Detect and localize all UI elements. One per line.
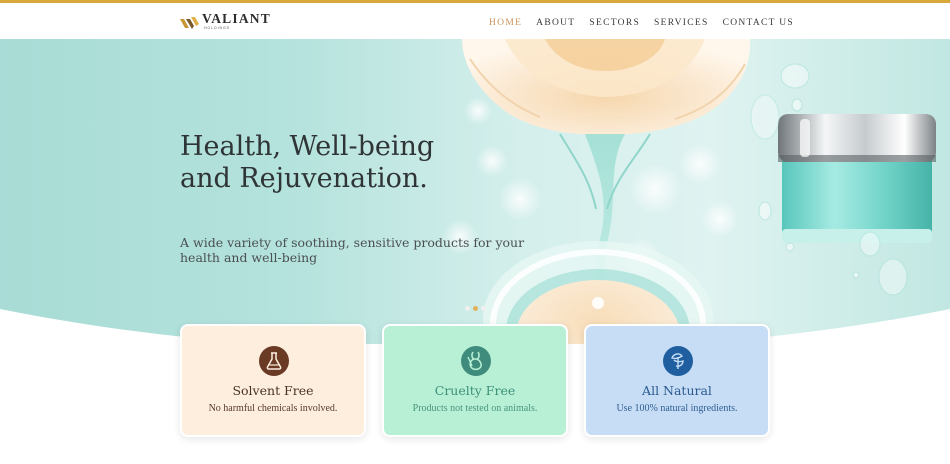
nav-contact[interactable]: CONTACT US [723, 18, 794, 28]
carousel-dots [465, 306, 489, 311]
nav-about[interactable]: ABOUT [536, 18, 575, 28]
feature-title: Cruelty Free [434, 383, 516, 398]
hero-title: Health, Well-being and Rejuvenation. [180, 131, 480, 195]
feature-card-solvent-free: Solvent Free No harmful chemicals involv… [180, 324, 366, 437]
feature-card-all-natural: All Natural Use 100% natural ingredients… [584, 324, 770, 437]
carousel-dot-2[interactable] [473, 306, 478, 311]
valiant-logo-icon [180, 17, 199, 29]
site-header: VALIANT HOLDINGS HOME ABOUT SECTORS SERV… [0, 3, 950, 39]
brand-wordmark: VALIANT HOLDINGS [202, 12, 271, 30]
brand-subtitle: HOLDINGS [204, 25, 230, 30]
flask-icon [259, 346, 289, 376]
feature-title: Solvent Free [232, 383, 314, 398]
brand-logo[interactable]: VALIANT HOLDINGS [180, 12, 271, 34]
main-nav: HOME ABOUT SECTORS SERVICES CONTACT US [489, 18, 808, 28]
hero-title-line-1: Health, Well-being [180, 131, 435, 162]
leaf-icon [663, 346, 693, 376]
nav-sectors[interactable]: SECTORS [589, 18, 640, 28]
brand-name: VALIANT [202, 11, 271, 26]
feature-description: No harmful chemicals involved. [208, 403, 338, 414]
feature-description: Use 100% natural ingredients. [616, 403, 738, 414]
carousel-dot-3[interactable] [481, 306, 486, 311]
rabbit-icon [461, 346, 491, 376]
feature-title: All Natural [642, 383, 712, 398]
feature-card-cruelty-free: Cruelty Free Products not tested on anim… [382, 324, 568, 437]
hero-banner: Health, Well-being and Rejuvenation. A w… [0, 39, 950, 344]
hero-title-line-2: and Rejuvenation. [180, 163, 428, 194]
nav-services[interactable]: SERVICES [654, 18, 709, 28]
carousel-dot-1[interactable] [465, 306, 470, 311]
feature-description: Products not tested on animals. [412, 403, 538, 414]
nav-home[interactable]: HOME [489, 18, 522, 28]
hero-subtitle: A wide variety of soothing, sensitive pr… [180, 235, 525, 265]
